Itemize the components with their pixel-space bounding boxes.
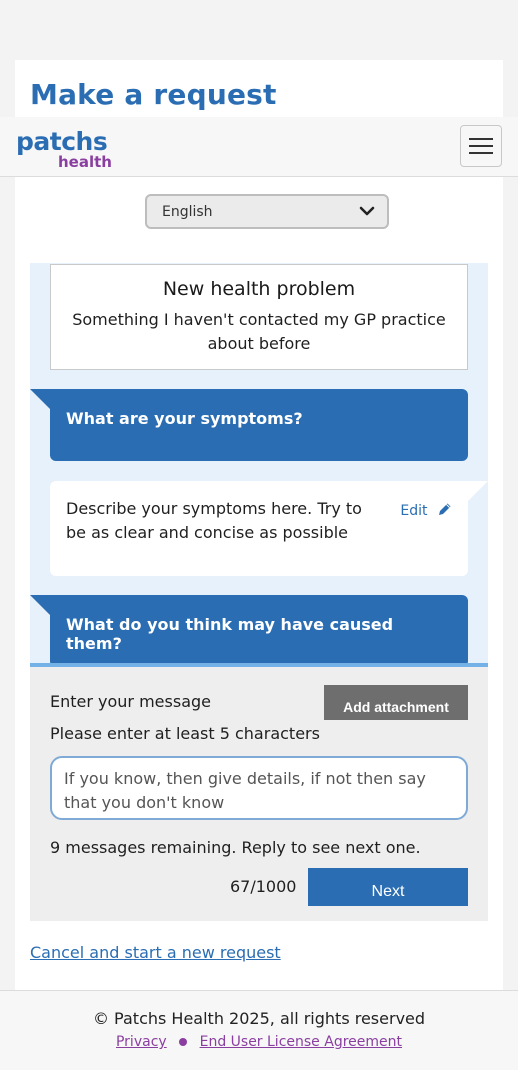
logo-subword: health xyxy=(58,153,112,171)
cancel-request-link[interactable]: Cancel and start a new request xyxy=(30,943,281,962)
patchs-health-logo[interactable]: patchs health xyxy=(16,127,112,171)
chevron-down-icon xyxy=(359,206,375,216)
navbar: patchs health xyxy=(0,117,518,177)
separator-dot-icon xyxy=(179,1038,188,1046)
conversation-thread: New health problem Something I haven't c… xyxy=(30,263,488,663)
add-attachment-button[interactable]: Add attachment xyxy=(324,685,468,720)
request-type-subtitle: Something I haven't contacted my GP prac… xyxy=(72,310,446,353)
language-select[interactable]: English xyxy=(145,194,389,229)
question-bubble-symptoms: What are your symptoms? xyxy=(30,389,468,461)
edit-label: Edit xyxy=(400,503,428,519)
message-hint: Please enter at least 5 characters xyxy=(50,724,320,743)
page-title: Make a request xyxy=(30,78,277,111)
hamburger-menu-button[interactable] xyxy=(460,125,502,167)
message-composer: Enter your message Add attachment Please… xyxy=(30,663,488,921)
next-button[interactable]: Next xyxy=(308,868,468,906)
request-type-title: New health problem xyxy=(162,278,356,300)
footer-links: Privacy End User License Agreement xyxy=(0,1034,518,1050)
eula-link[interactable]: End User License Agreement xyxy=(200,1034,402,1050)
menu-icon xyxy=(469,138,493,140)
language-selected-value: English xyxy=(162,204,213,220)
answer-text: Describe your symptoms here. Try to be a… xyxy=(66,499,362,542)
answer-bubble-symptoms: Describe your symptoms here. Try to be a… xyxy=(50,481,488,576)
message-label: Enter your message xyxy=(50,692,211,711)
menu-icon xyxy=(469,152,493,154)
question-bubble-cause: What do you think may have caused them? xyxy=(30,595,468,663)
copyright-text: © Patchs Health 2025, all rights reserve… xyxy=(92,1009,426,1028)
question-text: What do you think may have caused them? xyxy=(66,615,394,653)
message-input[interactable]: If you know, then give details, if not t… xyxy=(50,756,468,820)
pencil-icon xyxy=(439,503,451,515)
request-type-card: New health problem Something I haven't c… xyxy=(50,264,468,370)
footer: © Patchs Health 2025, all rights reserve… xyxy=(0,990,518,1070)
messages-remaining-text: 9 messages remaining. Reply to see next … xyxy=(50,838,421,857)
privacy-link[interactable]: Privacy xyxy=(116,1034,167,1050)
question-text: What are your symptoms? xyxy=(66,409,303,428)
edit-answer-link[interactable]: Edit xyxy=(400,499,452,523)
logo-wordmark: patchs xyxy=(16,127,108,156)
character-counter: 67/1000 xyxy=(230,877,297,896)
menu-icon xyxy=(469,145,493,147)
